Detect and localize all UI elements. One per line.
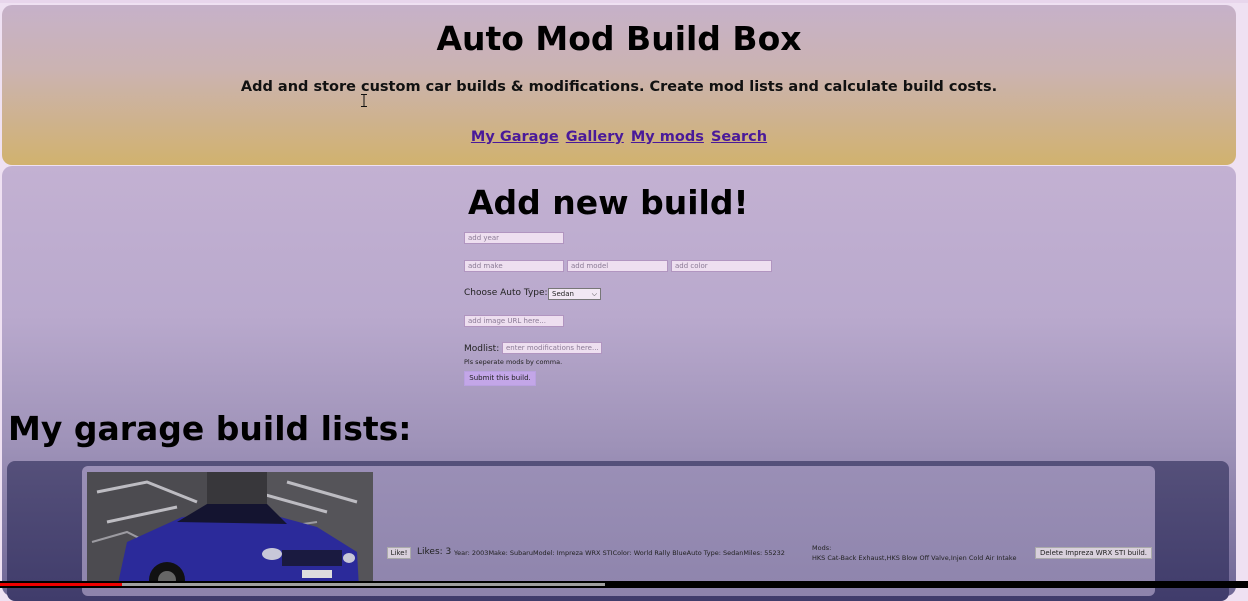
modlist-input[interactable]: enter modifications here... (502, 342, 602, 354)
video-progress-fill (0, 583, 123, 586)
image-url-input[interactable]: add image URL here... (464, 315, 564, 327)
page-header: Auto Mod Build Box Add and store custom … (2, 5, 1236, 165)
delete-build-button[interactable]: Delete Impreza WRX STI build. (1035, 547, 1152, 559)
auto-type-select[interactable]: Sedan ⌵ (548, 288, 601, 300)
modlist-hint: Pls seperate mods by comma. (464, 358, 563, 366)
like-button[interactable]: Like! (387, 547, 411, 559)
model-input[interactable]: add model (567, 260, 668, 272)
build-car-image (87, 472, 373, 588)
submit-build-button[interactable]: Submit this build. (464, 371, 536, 386)
car-photo-icon (87, 472, 373, 588)
make-placeholder: add make (468, 262, 503, 270)
chevron-down-icon: ⌵ (591, 290, 597, 298)
make-input[interactable]: add make (464, 260, 564, 272)
modlist-placeholder: enter modifications here... (506, 344, 599, 352)
year-input[interactable]: add year (464, 232, 564, 244)
text-cursor-icon (361, 94, 367, 107)
mods-label: Mods: (812, 544, 832, 552)
model-placeholder: add model (571, 262, 609, 270)
auto-type-label: Choose Auto Type: (464, 288, 548, 298)
nav-link-gallery[interactable]: Gallery (566, 129, 624, 145)
app-title: Auto Mod Build Box (436, 19, 802, 58)
mods-list: HKS Cat-Back Exhaust,HKS Blow Off Valve,… (812, 554, 1017, 562)
modlist-label: Modlist: (464, 344, 500, 354)
color-placeholder: add color (675, 262, 708, 270)
likes-count: Likes: 3 (417, 547, 452, 557)
app-subtitle: Add and store custom car builds & modifi… (240, 79, 998, 95)
build-details: Year: 2003Make: SubaruModel: Impreza WRX… (454, 549, 785, 557)
main-nav: My Garage Gallery My mods Search (2, 129, 1236, 145)
add-build-title: Add new build! (468, 183, 749, 222)
top-border (0, 0, 1248, 3)
auto-type-value: Sedan (552, 290, 574, 298)
nav-link-my-mods[interactable]: My mods (631, 129, 704, 145)
nav-link-search[interactable]: Search (711, 129, 767, 145)
year-placeholder: add year (468, 234, 500, 242)
color-input[interactable]: add color (671, 260, 772, 272)
image-url-placeholder: add image URL here... (468, 317, 546, 325)
nav-link-my-garage[interactable]: My Garage (471, 129, 559, 145)
garage-title: My garage build lists: (8, 409, 412, 448)
